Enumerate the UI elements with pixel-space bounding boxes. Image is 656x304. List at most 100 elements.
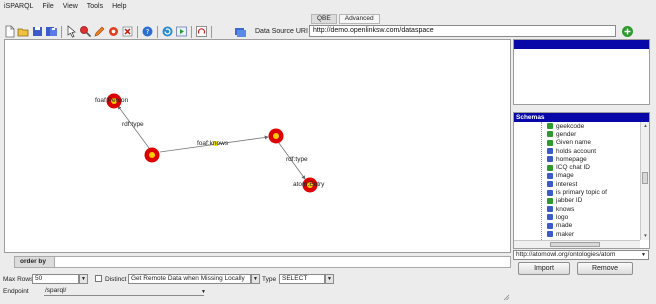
resize-grip-icon[interactable]: [503, 294, 510, 301]
max-rows-select[interactable]: 50: [32, 274, 79, 284]
new-icon[interactable]: [3, 25, 16, 38]
scroll-thumb[interactable]: [550, 242, 600, 247]
toolbar-separator: [157, 26, 158, 38]
property-icon: [547, 222, 553, 229]
menu-bar: iSPARQL File View Tools Help: [0, 0, 656, 13]
schemas-header: Schemas: [514, 113, 649, 122]
print-icon[interactable]: [195, 25, 208, 38]
edge-label-rdf-type: rdf:type: [286, 156, 308, 163]
svg-text:?: ?: [146, 28, 150, 36]
property-icon: [547, 197, 553, 204]
endpoint-label: Endpoint: [3, 288, 29, 295]
schema-property-item[interactable]: gender: [514, 130, 640, 138]
property-icon: [547, 156, 553, 163]
datasource-label: Data Source URI: [255, 28, 308, 35]
import-button[interactable]: Import: [518, 262, 570, 275]
menu-help[interactable]: Help: [112, 3, 126, 10]
schema-property-item[interactable]: logo: [514, 213, 640, 221]
schema-property-label: is primary topic of: [556, 189, 607, 197]
schema-property-label: holds account: [556, 147, 597, 155]
order-by-label: order by: [15, 257, 55, 267]
query-options: Max Rows 50 ▼ Distinct Get Remote Data w…: [3, 274, 513, 285]
property-icon: [547, 231, 553, 237]
schema-property-item[interactable]: jabber ID: [514, 197, 640, 205]
order-by-bar[interactable]: order by: [14, 256, 511, 268]
schema-property-label: ICQ chat ID: [556, 164, 590, 172]
remote-data-select[interactable]: Get Remote Data when Missing Locally: [128, 274, 251, 284]
schema-property-label: interest: [556, 180, 578, 188]
query-graph-canvas[interactable]: rdf:type foaf:knows rdf:type foaf:Person…: [4, 39, 511, 253]
scroll-down-icon[interactable]: ▼: [641, 232, 650, 239]
ontology-url-select[interactable]: http://atomowl.org/ontologies/atom: [513, 250, 649, 260]
node-label-atom-entry: atom:Entry: [293, 181, 325, 188]
run-icon[interactable]: [175, 25, 188, 38]
schemas-panel: Schemas geekcode gender Given name holds ac…: [513, 112, 650, 249]
menu-view[interactable]: View: [63, 3, 78, 10]
schema-property-item[interactable]: ICQ chat ID: [514, 163, 640, 171]
menu-tools[interactable]: Tools: [87, 3, 103, 10]
chevron-down-icon[interactable]: ▼: [641, 252, 646, 258]
chevron-down-icon[interactable]: ▼: [251, 274, 260, 284]
isparql-window: iSPARQL File View Tools Help QBE Advance…: [0, 0, 656, 304]
edge-label-rdf-type: rdf:type: [122, 121, 144, 128]
toolbar-separator: [211, 26, 212, 38]
property-icon: [547, 148, 553, 155]
add-datasource-icon[interactable]: [621, 25, 634, 38]
scroll-up-icon[interactable]: ▲: [641, 122, 650, 129]
query-graph: [106, 93, 318, 193]
schema-property-label: geekcode: [556, 122, 585, 130]
schema-property-item[interactable]: is primary topic of: [514, 188, 640, 196]
schema-property-label: homepage: [556, 155, 587, 163]
horizontal-scrollbar[interactable]: [514, 240, 640, 248]
results-panel: [513, 39, 650, 105]
schema-property-item[interactable]: image: [514, 172, 640, 180]
distinct-checkbox[interactable]: [95, 275, 102, 282]
property-icon: [547, 123, 553, 130]
search-icon[interactable]: [79, 25, 92, 38]
remove-button[interactable]: Remove: [577, 262, 633, 275]
help-icon[interactable]: ?: [141, 25, 154, 38]
schema-property-label: image: [556, 172, 574, 180]
chevron-down-icon[interactable]: ▼: [201, 289, 206, 295]
tab-advanced[interactable]: Advanced: [338, 14, 380, 24]
gear-icon[interactable]: [107, 25, 120, 38]
datasource-icon[interactable]: [234, 25, 247, 38]
chevron-down-icon[interactable]: ▼: [325, 274, 334, 284]
max-rows-label: Max Rows: [3, 276, 34, 283]
property-icon: [547, 189, 553, 196]
schema-property-item[interactable]: maker: [514, 230, 640, 238]
menu-isparql[interactable]: iSPARQL: [4, 3, 33, 10]
refresh-icon[interactable]: [161, 25, 174, 38]
schema-property-item[interactable]: interest: [514, 180, 640, 188]
schema-property-item[interactable]: Given name: [514, 139, 640, 147]
tab-qbe[interactable]: QBE: [311, 14, 337, 24]
property-icon: [547, 172, 553, 179]
node-label-foaf-person: foaf:Person: [95, 97, 129, 104]
results-panel-header: [514, 40, 649, 49]
select-icon[interactable]: [65, 25, 78, 38]
graph-node[interactable]: [268, 128, 284, 144]
save-icon[interactable]: [31, 25, 44, 38]
schema-property-item[interactable]: geekcode: [514, 122, 640, 130]
schema-property-item[interactable]: holds account: [514, 147, 640, 155]
type-select[interactable]: SELECT: [279, 274, 325, 284]
schema-property-item[interactable]: made: [514, 222, 640, 230]
schema-property-item[interactable]: homepage: [514, 155, 640, 163]
chevron-down-icon[interactable]: ▼: [79, 274, 88, 284]
graph-edge[interactable]: [117, 105, 153, 153]
mode-tabs: QBE Advanced: [311, 14, 382, 24]
datasource-uri-input[interactable]: http://demo.openlinksw.com/dataspace: [309, 25, 616, 37]
edge-label-foaf-knows: foaf:knows: [197, 140, 229, 147]
property-icon: [547, 164, 553, 171]
schema-property-item[interactable]: knows: [514, 205, 640, 213]
save-as-icon[interactable]: [45, 25, 58, 38]
endpoint-input[interactable]: /sparql/: [44, 287, 204, 296]
open-icon[interactable]: [17, 25, 30, 38]
type-label: Type: [262, 276, 277, 283]
pencil-icon[interactable]: [93, 25, 106, 38]
vertical-scrollbar[interactable]: ▲ ▼: [640, 122, 649, 240]
delete-icon[interactable]: [121, 25, 134, 38]
menu-file[interactable]: File: [42, 3, 53, 10]
scroll-thumb[interactable]: [642, 172, 648, 184]
graph-node[interactable]: [144, 147, 160, 163]
